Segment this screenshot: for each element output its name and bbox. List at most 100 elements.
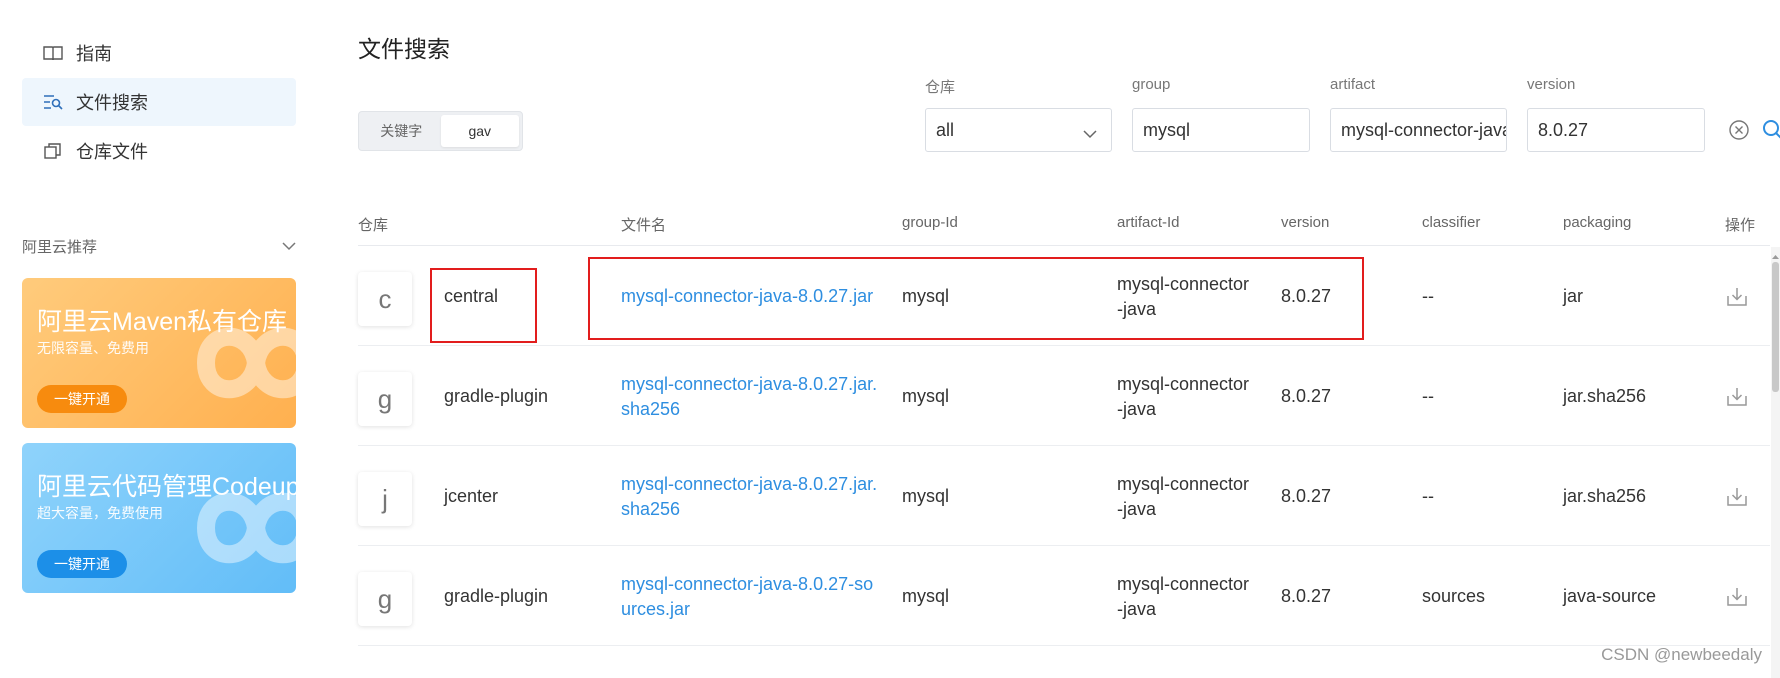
promo-activate-button[interactable]: 一键开通 [37, 550, 127, 578]
download-icon[interactable] [1726, 486, 1748, 508]
packaging: jar.sha256 [1563, 486, 1647, 506]
group-input[interactable]: mysql [1132, 108, 1310, 152]
artifact-filter-label: artifact [1330, 76, 1376, 93]
col-header-version: version [1281, 214, 1330, 231]
artifact-input-value: mysql-connector-java [1341, 119, 1507, 140]
table-header: 仓库 文件名 group-Id artifact-Id version clas… [358, 206, 1770, 246]
sidebar-item-file-search[interactable]: 文件搜索 [22, 78, 296, 126]
promo-activate-button[interactable]: 一键开通 [37, 385, 127, 413]
artifact-id-line1: mysql-connector [1117, 374, 1250, 394]
sidebar: 指南 文件搜索 仓库文件 阿里云推荐 阿里云Maven私有仓库 无限容量、免费用… [0, 0, 300, 678]
search-mode-toggle[interactable]: 关键字 gav [358, 111, 523, 151]
group-id: mysql [902, 586, 950, 606]
version: 8.0.27 [1281, 586, 1332, 606]
col-header-filename: 文件名 [621, 217, 667, 234]
repo-select[interactable]: all [925, 108, 1112, 152]
sidebar-item-label: 文件搜索 [76, 93, 148, 113]
promo-title: 阿里云Maven私有仓库 [37, 308, 288, 336]
version: 8.0.27 [1281, 386, 1332, 406]
group-filter-label: group [1132, 76, 1171, 93]
repo-name: jcenter [444, 486, 499, 506]
packaging: java-source [1563, 586, 1657, 606]
repo-filter-label: 仓库 [925, 79, 956, 96]
group-id: mysql [902, 386, 950, 406]
repo-badge: j [358, 472, 412, 526]
download-icon[interactable] [1726, 386, 1748, 408]
classifier: -- [1422, 386, 1434, 406]
classifier: -- [1422, 286, 1434, 306]
mode-keyword-option[interactable]: 关键字 [362, 115, 441, 147]
col-header-actions: 操作 [1725, 217, 1756, 234]
sidebar-item-label: 仓库文件 [76, 142, 148, 162]
col-header-repo: 仓库 [358, 217, 389, 234]
artifact-id-line2: -java [1117, 399, 1157, 419]
packaging: jar.sha256 [1563, 386, 1647, 406]
promo-subtitle: 无限容量、免费用 [37, 340, 149, 356]
artifact-id: mysql-connector -java [1117, 372, 1249, 422]
col-header-artifact-id: artifact-Id [1117, 214, 1180, 231]
artifact-id: mysql-connector -java [1117, 572, 1249, 622]
scrollbar-thumb[interactable] [1772, 262, 1779, 392]
chevron-down-icon [1083, 123, 1097, 144]
book-icon [42, 42, 64, 64]
page-title: 文件搜索 [358, 36, 450, 62]
download-icon[interactable] [1726, 286, 1748, 308]
recommend-label: 阿里云推荐 [22, 239, 98, 256]
search-list-icon [42, 91, 64, 113]
copy-icon [42, 140, 64, 162]
artifact-id-line1: mysql-connector [1117, 474, 1250, 494]
artifact-id-line2: -java [1117, 499, 1157, 519]
artifact-id-line2: -java [1117, 599, 1157, 619]
scroll-up-arrow-icon[interactable] [1771, 249, 1780, 259]
repo-name: gradle-plugin [444, 586, 549, 606]
col-header-classifier: classifier [1422, 214, 1481, 231]
file-link[interactable]: mysql-connector-java-8.0.27.jar. sha256 [621, 472, 877, 522]
promo-subtitle: 超大容量，免费使用 [37, 505, 163, 521]
promo-card-maven[interactable]: 阿里云Maven私有仓库 无限容量、免费用 一键开通 [22, 278, 296, 428]
chevron-down-icon[interactable] [282, 238, 296, 255]
version-input[interactable]: 8.0.27 [1527, 108, 1705, 152]
repo-badge: g [358, 572, 412, 626]
sidebar-item-guide[interactable]: 指南 [22, 29, 296, 77]
search-icon[interactable] [1762, 119, 1780, 141]
col-header-packaging: packaging [1563, 214, 1632, 231]
table-row: j jcenter mysql-connector-java-8.0.27.ja… [358, 446, 1770, 546]
promo-card-codeup[interactable]: 阿里云代码管理Codeup 超大容量，免费使用 一键开通 [22, 443, 296, 593]
artifact-id-line1: mysql-connector [1117, 574, 1250, 594]
classifier: sources [1422, 586, 1486, 606]
repo-badge: c [358, 272, 412, 326]
sidebar-item-label: 指南 [76, 44, 112, 64]
artifact-id: mysql-connector -java [1117, 472, 1249, 522]
file-link[interactable]: mysql-connector-java-8.0.27.jar. sha256 [621, 372, 877, 422]
file-link[interactable]: mysql-connector-java-8.0.27-so urces.jar [621, 572, 873, 622]
clear-icon[interactable] [1728, 119, 1750, 141]
repo-badge: g [358, 372, 412, 426]
watermark: CSDN @newbeedaly [1601, 645, 1762, 664]
group-id: mysql [902, 486, 950, 506]
repo-select-value: all [936, 119, 955, 140]
classifier: -- [1422, 486, 1434, 506]
mode-gav-option[interactable]: gav [440, 115, 519, 147]
file-link-line1: mysql-connector-java-8.0.27-so [621, 574, 874, 594]
repo-name: gradle-plugin [444, 386, 549, 406]
recommend-header[interactable]: 阿里云推荐 [22, 236, 296, 257]
version-input-value: 8.0.27 [1538, 119, 1589, 140]
artifact-input[interactable]: mysql-connector-java [1330, 108, 1507, 152]
download-icon[interactable] [1726, 586, 1748, 608]
table-row: g gradle-plugin mysql-connector-java-8.0… [358, 546, 1770, 646]
highlight-box-file-row [588, 257, 1364, 340]
col-header-group-id: group-Id [902, 214, 958, 231]
file-link-line2: urces.jar [621, 599, 691, 619]
file-link-line1: mysql-connector-java-8.0.27.jar. [621, 474, 878, 494]
sidebar-item-repo-files[interactable]: 仓库文件 [22, 127, 296, 175]
packaging: jar [1563, 286, 1584, 306]
file-link-line2: sha256 [621, 499, 681, 519]
group-input-value: mysql [1143, 119, 1191, 140]
table-row: g gradle-plugin mysql-connector-java-8.0… [358, 346, 1770, 446]
promo-title: 阿里云代码管理Codeup [37, 473, 296, 501]
file-link-line1: mysql-connector-java-8.0.27.jar. [621, 374, 878, 394]
highlight-box-repo [430, 268, 537, 343]
file-link-line2: sha256 [621, 399, 681, 419]
version: 8.0.27 [1281, 486, 1332, 506]
version-filter-label: version [1527, 76, 1576, 93]
